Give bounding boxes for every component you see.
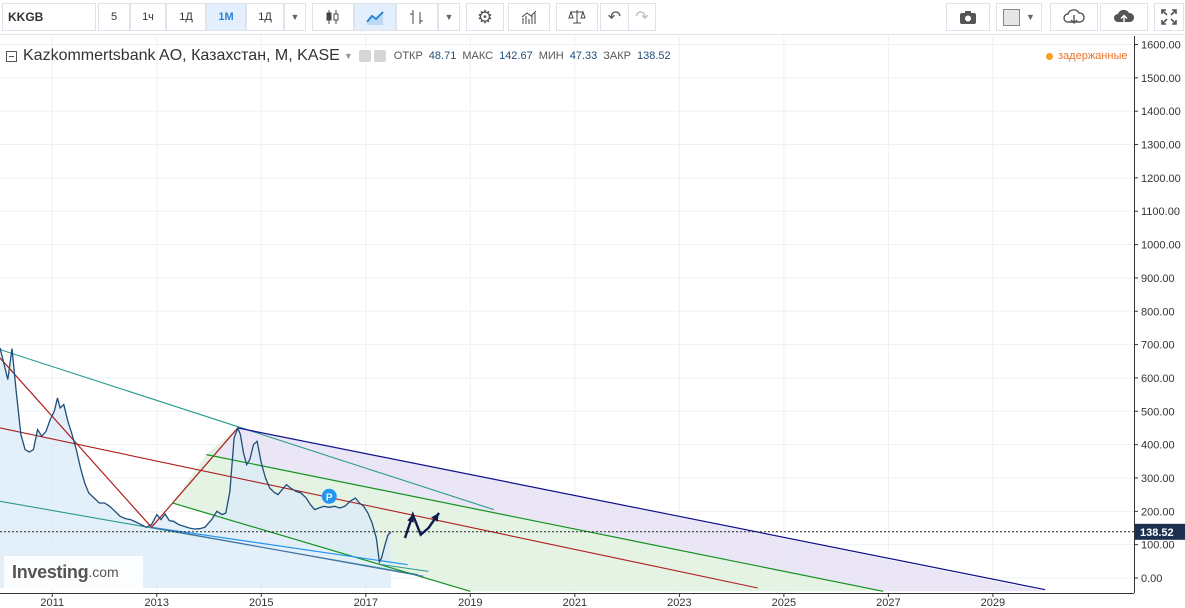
low-label: МИН — [538, 50, 564, 62]
y-tick-label: 200.00 — [1141, 506, 1175, 518]
close-label: ЗАКР — [603, 50, 631, 62]
x-tick-label: 2027 — [876, 597, 900, 608]
x-tick-label: 2029 — [981, 597, 1005, 608]
y-tick-label: 100.00 — [1141, 540, 1175, 552]
y-tick-label: 1000.00 — [1141, 240, 1181, 252]
chart-header: Kazkommertsbank AO, Казахстан, M, KASE ▼… — [0, 44, 671, 68]
y-tick-label: 1400.00 — [1141, 106, 1181, 118]
x-tick-label: 2017 — [354, 597, 378, 608]
y-tick-label: 400.00 — [1141, 440, 1175, 452]
y-tick-label: 1600.00 — [1141, 40, 1181, 52]
x-tick-label: 2025 — [772, 597, 796, 608]
legend-collapse-icon[interactable] — [6, 50, 17, 62]
x-tick-label: 2019 — [458, 597, 482, 608]
open-value: 48.71 — [428, 50, 457, 62]
ohlc-values: ОТКР 48.71 МАКС 142.67 МИН 47.33 ЗАКР 13… — [394, 50, 671, 62]
logo-suffix: .com — [88, 564, 119, 580]
y-tick-label: 1500.00 — [1141, 73, 1181, 85]
investing-logo: Investing .com — [4, 556, 143, 588]
y-tick-label: 1100.00 — [1141, 206, 1180, 218]
y-tick-label: 1300.00 — [1141, 140, 1181, 152]
open-label: ОТКР — [393, 50, 423, 62]
eye-icon[interactable] — [358, 50, 371, 62]
low-value: 47.33 — [569, 50, 598, 62]
x-axis-bg — [0, 593, 1185, 608]
chevron-down-icon[interactable]: ▼ — [344, 51, 353, 61]
event-marker-label: P — [326, 492, 333, 503]
delayed-label: задержанные — [1058, 50, 1128, 62]
close-value: 138.52 — [637, 50, 671, 62]
x-tick-label: 2021 — [563, 597, 587, 608]
last-price-label: 138.52 — [1140, 527, 1174, 539]
high-value: 142.67 — [499, 50, 533, 62]
logo-brand: Investing — [12, 561, 89, 582]
y-tick-label: 0.00 — [1141, 573, 1162, 585]
y-tick-label: 500.00 — [1141, 406, 1175, 418]
high-label: МАКС — [462, 50, 494, 62]
y-tick-label: 800.00 — [1141, 306, 1175, 318]
x-tick-label: 2015 — [249, 597, 273, 608]
delayed-status: задержанные — [1046, 50, 1127, 62]
price-chart[interactable]: P 1600.00 1500.00 1400.00 1300.00 1200.00 1100… — [0, 0, 1185, 608]
y-tick-label: 600.00 — [1141, 373, 1175, 385]
y-tick-label: 1200.00 — [1141, 173, 1181, 185]
status-dot-icon — [1046, 52, 1053, 60]
settings-small-icon[interactable] — [373, 50, 386, 62]
instrument-title: Kazkommertsbank AO, Казахстан, M, KASE — [23, 47, 340, 64]
x-tick-label: 2013 — [145, 597, 169, 608]
y-tick-label: 900.00 — [1141, 273, 1175, 285]
y-tick-label: 700.00 — [1141, 340, 1175, 352]
y-tick-label: 300.00 — [1141, 473, 1175, 485]
x-tick-label: 2011 — [40, 597, 64, 608]
x-tick-label: 2023 — [667, 597, 691, 608]
